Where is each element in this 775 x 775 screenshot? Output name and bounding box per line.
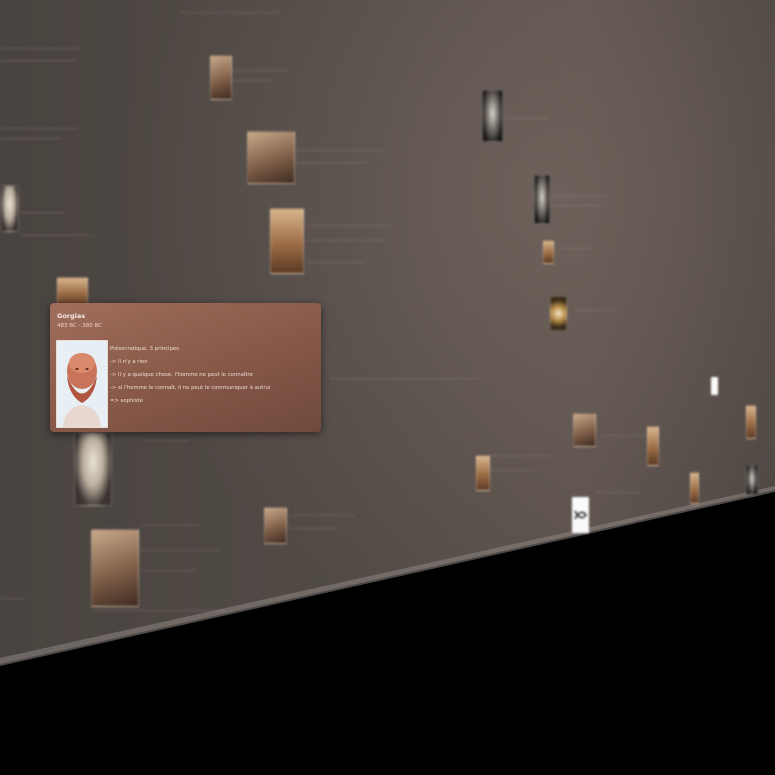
timeline-thumbnail[interactable]: [476, 455, 490, 491]
entry-description: Présocratique. 3 principes -> Il n'y a r…: [110, 343, 310, 408]
timeline-entry-line: [140, 550, 220, 551]
entry-portrait: [56, 340, 108, 428]
timeline-thumbnail[interactable]: [91, 529, 139, 607]
timeline-entry-line: [560, 248, 592, 249]
timeline-entry-line: [0, 128, 78, 129]
timeline-entry-line: [290, 515, 355, 516]
timeline-entry-line: [140, 525, 200, 526]
timeline-thumbnail[interactable]: [247, 131, 295, 184]
entry-title: Gorgias: [57, 312, 86, 320]
timeline-thumbnail[interactable]: [711, 377, 718, 395]
timeline-thumbnail[interactable]: [264, 507, 287, 544]
timeline-entry-line: [20, 235, 95, 236]
timeline-entry-line: [20, 212, 65, 213]
timeline-entry-line: [553, 195, 608, 196]
timeline-thumbnail[interactable]: [543, 240, 554, 264]
timeline-thumbnail[interactable]: [647, 426, 659, 466]
timeline-entry-line: [306, 240, 386, 241]
timeline-entry-line: [306, 262, 366, 263]
timeline-entry-line: [296, 162, 366, 163]
timeline-entry-line: [95, 610, 225, 611]
timeline-entry-line: [0, 138, 62, 139]
timeline-thumbnail[interactable]: [482, 90, 503, 142]
description-line: -> Il n'y a rien: [110, 359, 148, 365]
timeline-entry-line: [296, 150, 386, 151]
timeline-entry-line: [0, 60, 75, 61]
timeline-entry-line: [180, 12, 280, 13]
timeline-thumbnail[interactable]: [690, 472, 699, 504]
ichthys-icon[interactable]: [572, 497, 589, 533]
timeline-entry-line: [306, 225, 391, 226]
timeline-entry-line: [575, 310, 615, 311]
timeline-entry-line: [232, 70, 287, 71]
timeline-entry-line: [290, 528, 338, 529]
timeline-entry-line: [490, 455, 550, 456]
timeline-thumbnail[interactable]: [0, 185, 19, 232]
timeline-thumbnail[interactable]: [270, 208, 304, 274]
timeline-thumbnail[interactable]: [210, 55, 232, 100]
timeline-thumbnail[interactable]: [550, 296, 567, 331]
timeline-entry-line: [0, 48, 80, 49]
timeline-thumbnail[interactable]: [573, 413, 596, 447]
description-line: Présocratique. 3 principes: [110, 346, 179, 352]
timeline-thumbnail[interactable]: [74, 432, 112, 506]
timeline-thumbnail[interactable]: [746, 405, 756, 439]
timeline-entry-line: [490, 470, 535, 471]
description-line: => sophiste: [110, 398, 143, 404]
timeline-entry-line: [595, 492, 640, 493]
timeline-entry-line: [232, 80, 272, 81]
timeline-entry-line: [145, 440, 190, 441]
timeline-entry-line: [0, 598, 25, 599]
timeline-entry-line: [505, 118, 550, 119]
timeline-entry-line: [330, 378, 480, 379]
description-line: -> Il y a quelque chose, l'homme ne peut…: [110, 372, 253, 378]
timeline-entry-line: [140, 570, 195, 571]
timeline-entry-line: [553, 205, 601, 206]
timeline-thumbnail[interactable]: [534, 175, 550, 224]
timeline-thumbnail[interactable]: [746, 465, 758, 495]
entry-dates: 483 BC - 380 BC: [57, 323, 103, 329]
description-line: -> si l'homme le connaît, il ne peut le …: [110, 385, 271, 391]
entry-detail-card[interactable]: Gorgias 483 BC - 380 BC Présocratique. 3…: [50, 303, 321, 432]
